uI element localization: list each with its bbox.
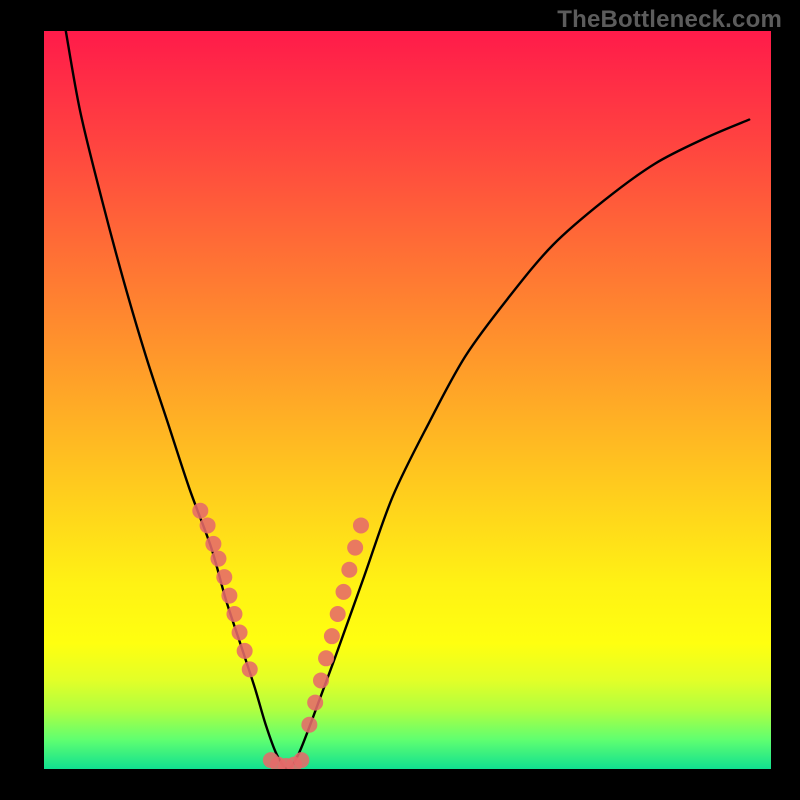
- plot-area: [44, 31, 771, 769]
- marker-left-cluster: [192, 503, 208, 519]
- marker-right-cluster: [353, 517, 369, 533]
- watermark-text: TheBottleneck.com: [557, 6, 782, 34]
- marker-left-cluster: [200, 517, 216, 533]
- chart-stage: TheBottleneck.com: [0, 0, 800, 800]
- marker-right-cluster: [313, 672, 329, 688]
- marker-right-cluster: [341, 562, 357, 578]
- marker-left-cluster: [210, 551, 226, 567]
- marker-right-cluster: [318, 650, 334, 666]
- marker-left-cluster: [226, 606, 242, 622]
- marker-right-cluster: [336, 584, 352, 600]
- marker-left-cluster: [237, 643, 253, 659]
- marker-left-cluster: [232, 624, 248, 640]
- marker-right-cluster: [301, 717, 317, 733]
- marker-left-cluster: [242, 661, 258, 677]
- marker-bottom-cluster: [293, 752, 309, 768]
- marker-right-cluster: [347, 540, 363, 556]
- marker-left-cluster: [221, 588, 237, 604]
- marker-right-cluster: [324, 628, 340, 644]
- marker-right-cluster: [307, 695, 323, 711]
- marker-left-cluster: [216, 569, 232, 585]
- plot-svg: [44, 31, 771, 769]
- marker-right-cluster: [330, 606, 346, 622]
- curve-bottleneck-curve: [66, 31, 749, 769]
- marker-left-cluster: [205, 536, 221, 552]
